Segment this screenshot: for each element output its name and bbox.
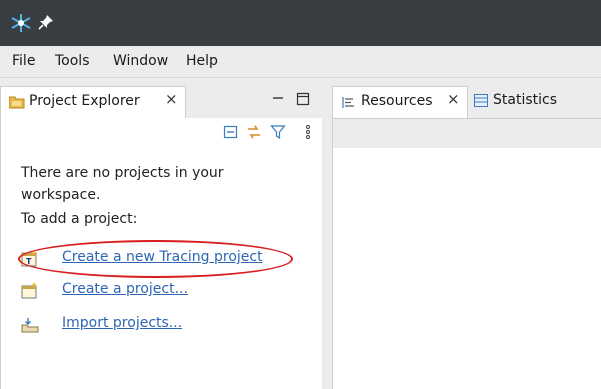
tab-project-explorer-label: Project Explorer	[29, 93, 140, 109]
create-project-link[interactable]: Create a project...	[62, 281, 188, 297]
pin-icon[interactable]	[38, 14, 54, 30]
menu-file[interactable]: File	[12, 53, 35, 69]
menu-bar: File Tools Window Help	[0, 46, 601, 78]
maximize-icon[interactable]	[296, 92, 310, 106]
import-projects-icon	[21, 318, 39, 333]
empty-workspace-message-cont: workspace.	[21, 187, 101, 203]
menu-window[interactable]: Window	[113, 53, 168, 69]
project-explorer-icon	[9, 96, 25, 109]
resources-icon	[342, 97, 354, 108]
tab-resources[interactable]: Resources ×	[332, 86, 468, 118]
empty-workspace-message: There are no projects in your	[21, 165, 224, 181]
close-icon[interactable]: ×	[165, 92, 178, 107]
minimize-icon[interactable]	[271, 92, 285, 106]
menu-tools[interactable]: Tools	[55, 53, 90, 69]
editor-toolbar	[332, 118, 601, 148]
collapse-all-icon[interactable]	[223, 124, 239, 140]
import-projects-link[interactable]: Import projects...	[62, 315, 182, 331]
tab-statistics[interactable]: Statistics	[470, 86, 590, 118]
close-icon[interactable]: ×	[447, 92, 460, 107]
tab-resources-label: Resources	[361, 93, 433, 109]
menu-help[interactable]: Help	[186, 53, 218, 69]
trace-compass-logo-icon	[11, 14, 31, 32]
new-project-icon	[21, 282, 37, 299]
view-menu-icon[interactable]	[300, 124, 316, 140]
tab-project-explorer[interactable]: Project Explorer ×	[0, 86, 186, 118]
add-project-prompt: To add a project:	[21, 211, 138, 227]
project-explorer-toolbar	[0, 118, 322, 146]
panel-sash[interactable]	[322, 78, 332, 389]
link-with-editor-icon[interactable]	[246, 124, 262, 140]
editor-tab-strip: Resources × Statistics	[332, 78, 601, 118]
statistics-icon	[474, 94, 488, 107]
title-bar	[0, 0, 601, 46]
editor-area	[332, 148, 601, 389]
tab-statistics-label: Statistics	[493, 92, 557, 108]
project-explorer-tab-strip: Project Explorer ×	[0, 78, 322, 118]
annotation-highlight-ellipse	[18, 240, 293, 278]
filter-icon[interactable]	[270, 124, 286, 140]
